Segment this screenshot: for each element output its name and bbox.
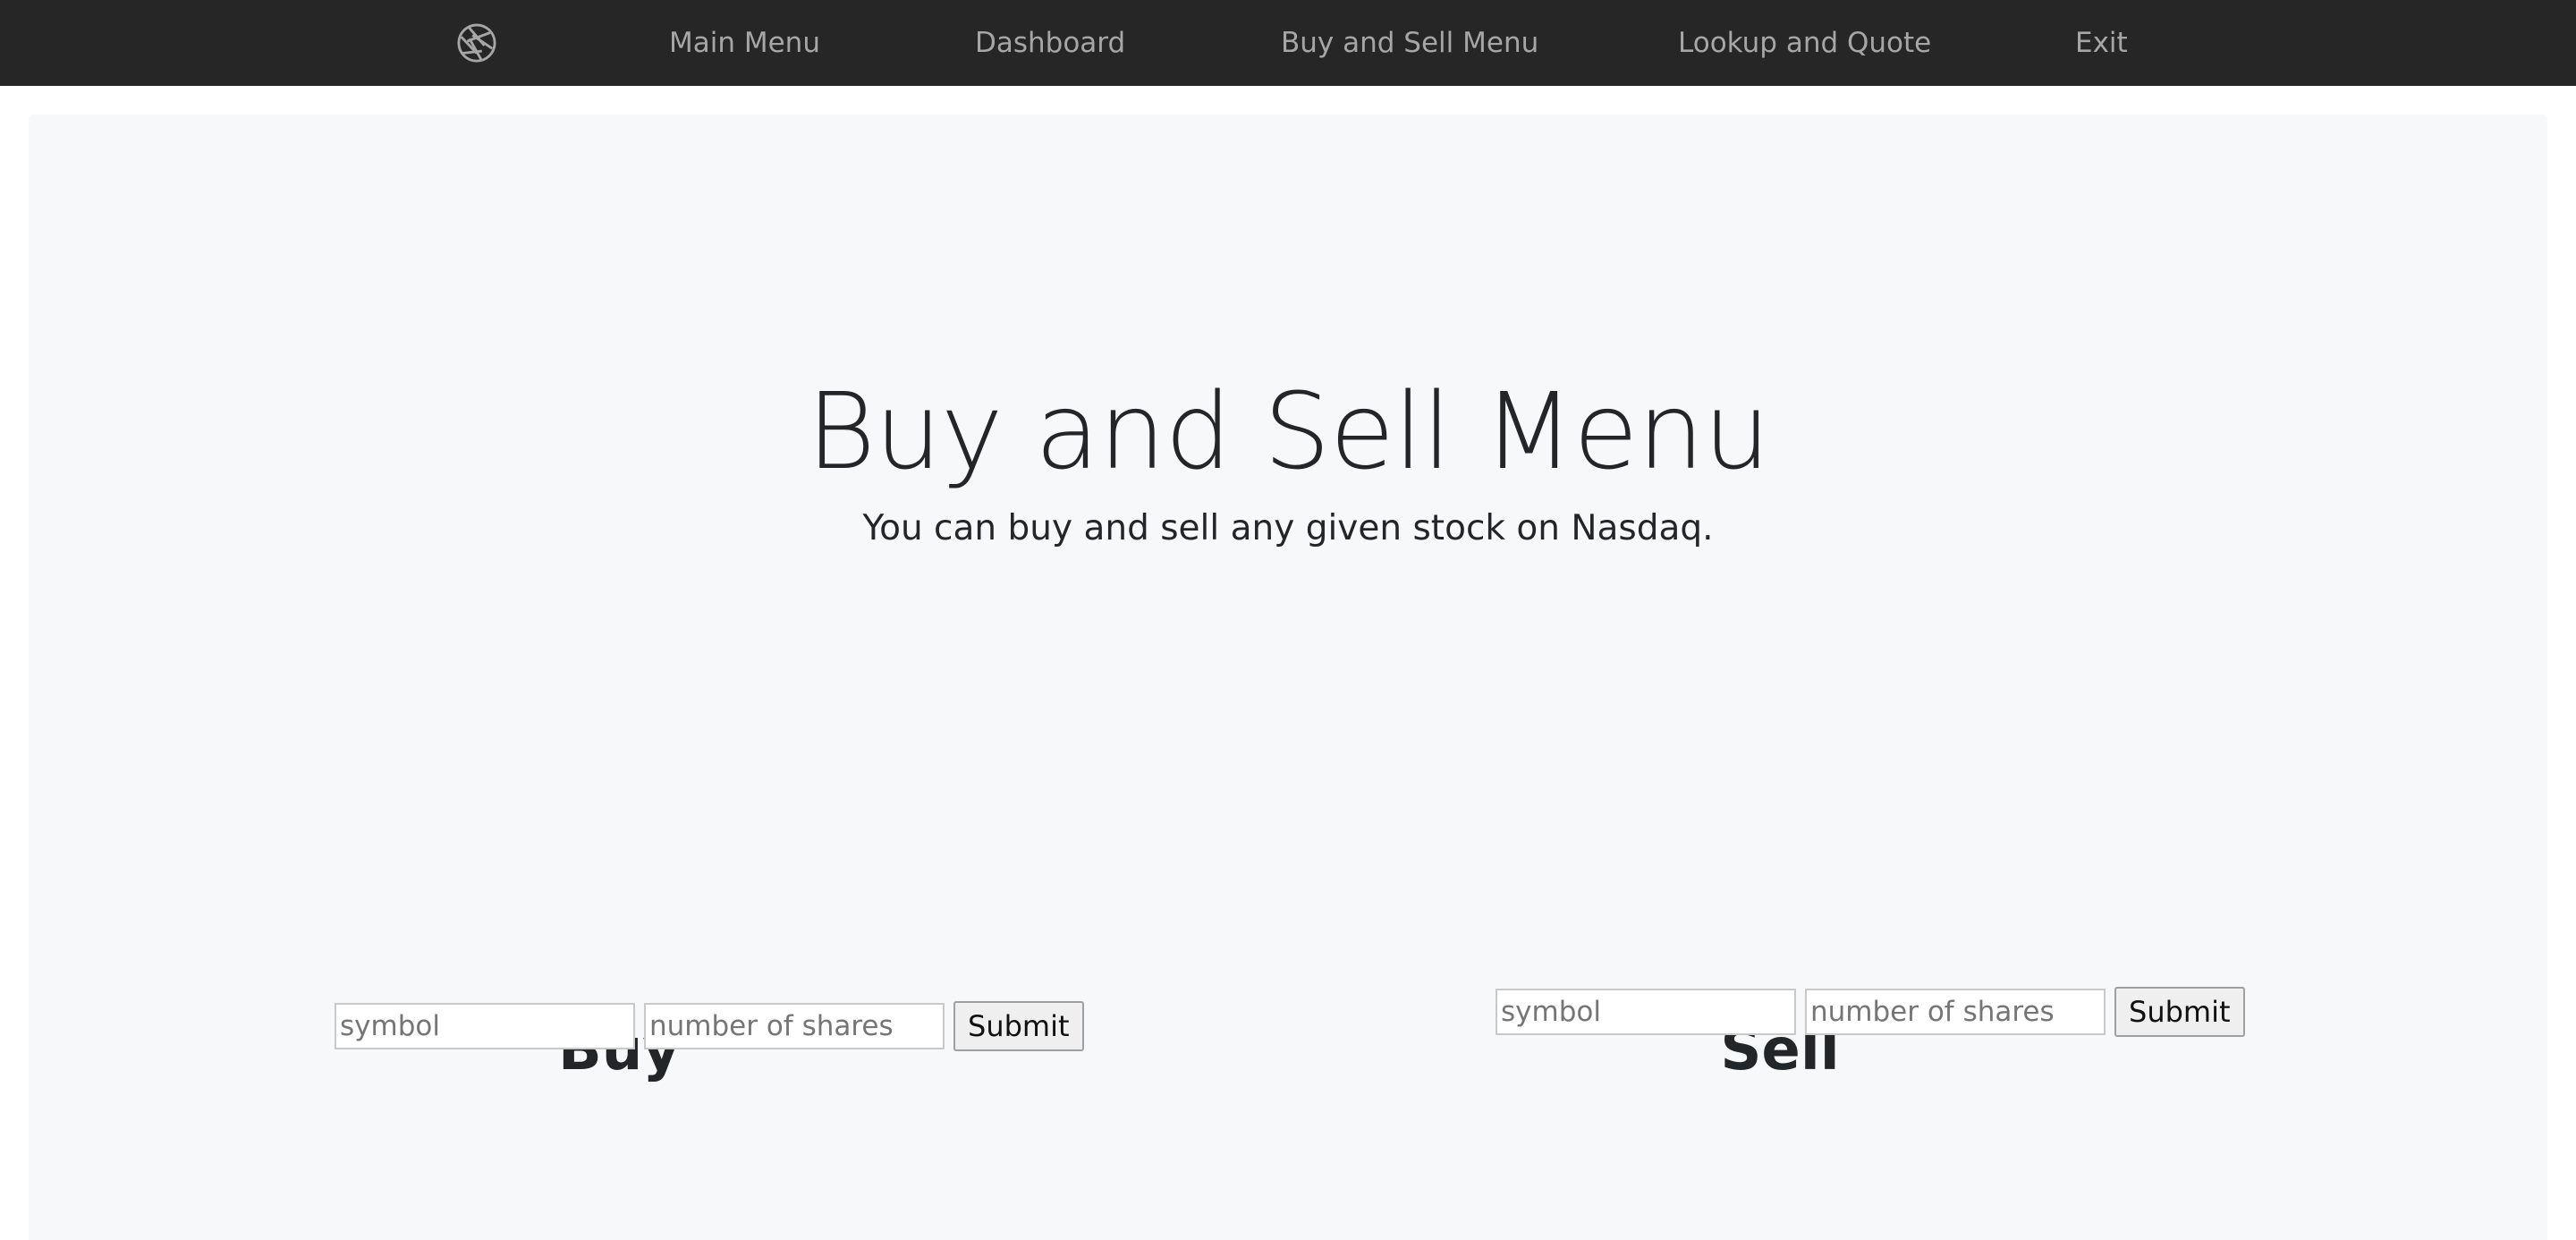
aperture-icon[interactable] (456, 22, 497, 64)
buy-form: Submit (335, 1001, 1084, 1051)
navbar: Main Menu Dashboard Buy and Sell Menu Lo… (0, 0, 2576, 86)
nav-link-main-menu[interactable]: Main Menu (669, 0, 820, 86)
main-content: Buy and Sell Menu You can buy and sell a… (29, 115, 2547, 1240)
sell-symbol-input[interactable] (1496, 989, 1796, 1035)
nav-link-exit[interactable]: Exit (2075, 0, 2128, 86)
nav-link-dashboard[interactable]: Dashboard (975, 0, 1125, 86)
page-subtitle: You can buy and sell any given stock on … (862, 508, 1714, 548)
nav-link-lookup-and-quote[interactable]: Lookup and Quote (1678, 0, 1931, 86)
sell-submit-button[interactable]: Submit (2114, 987, 2245, 1037)
buy-shares-input[interactable] (644, 1003, 945, 1049)
buy-symbol-input[interactable] (335, 1003, 635, 1049)
buy-submit-button[interactable]: Submit (953, 1001, 1084, 1051)
nav-link-buy-and-sell-menu[interactable]: Buy and Sell Menu (1281, 0, 1538, 86)
page-title: Buy and Sell Menu (806, 369, 1770, 493)
sell-shares-input[interactable] (1805, 989, 2106, 1035)
sell-form: Submit (1496, 987, 2245, 1037)
